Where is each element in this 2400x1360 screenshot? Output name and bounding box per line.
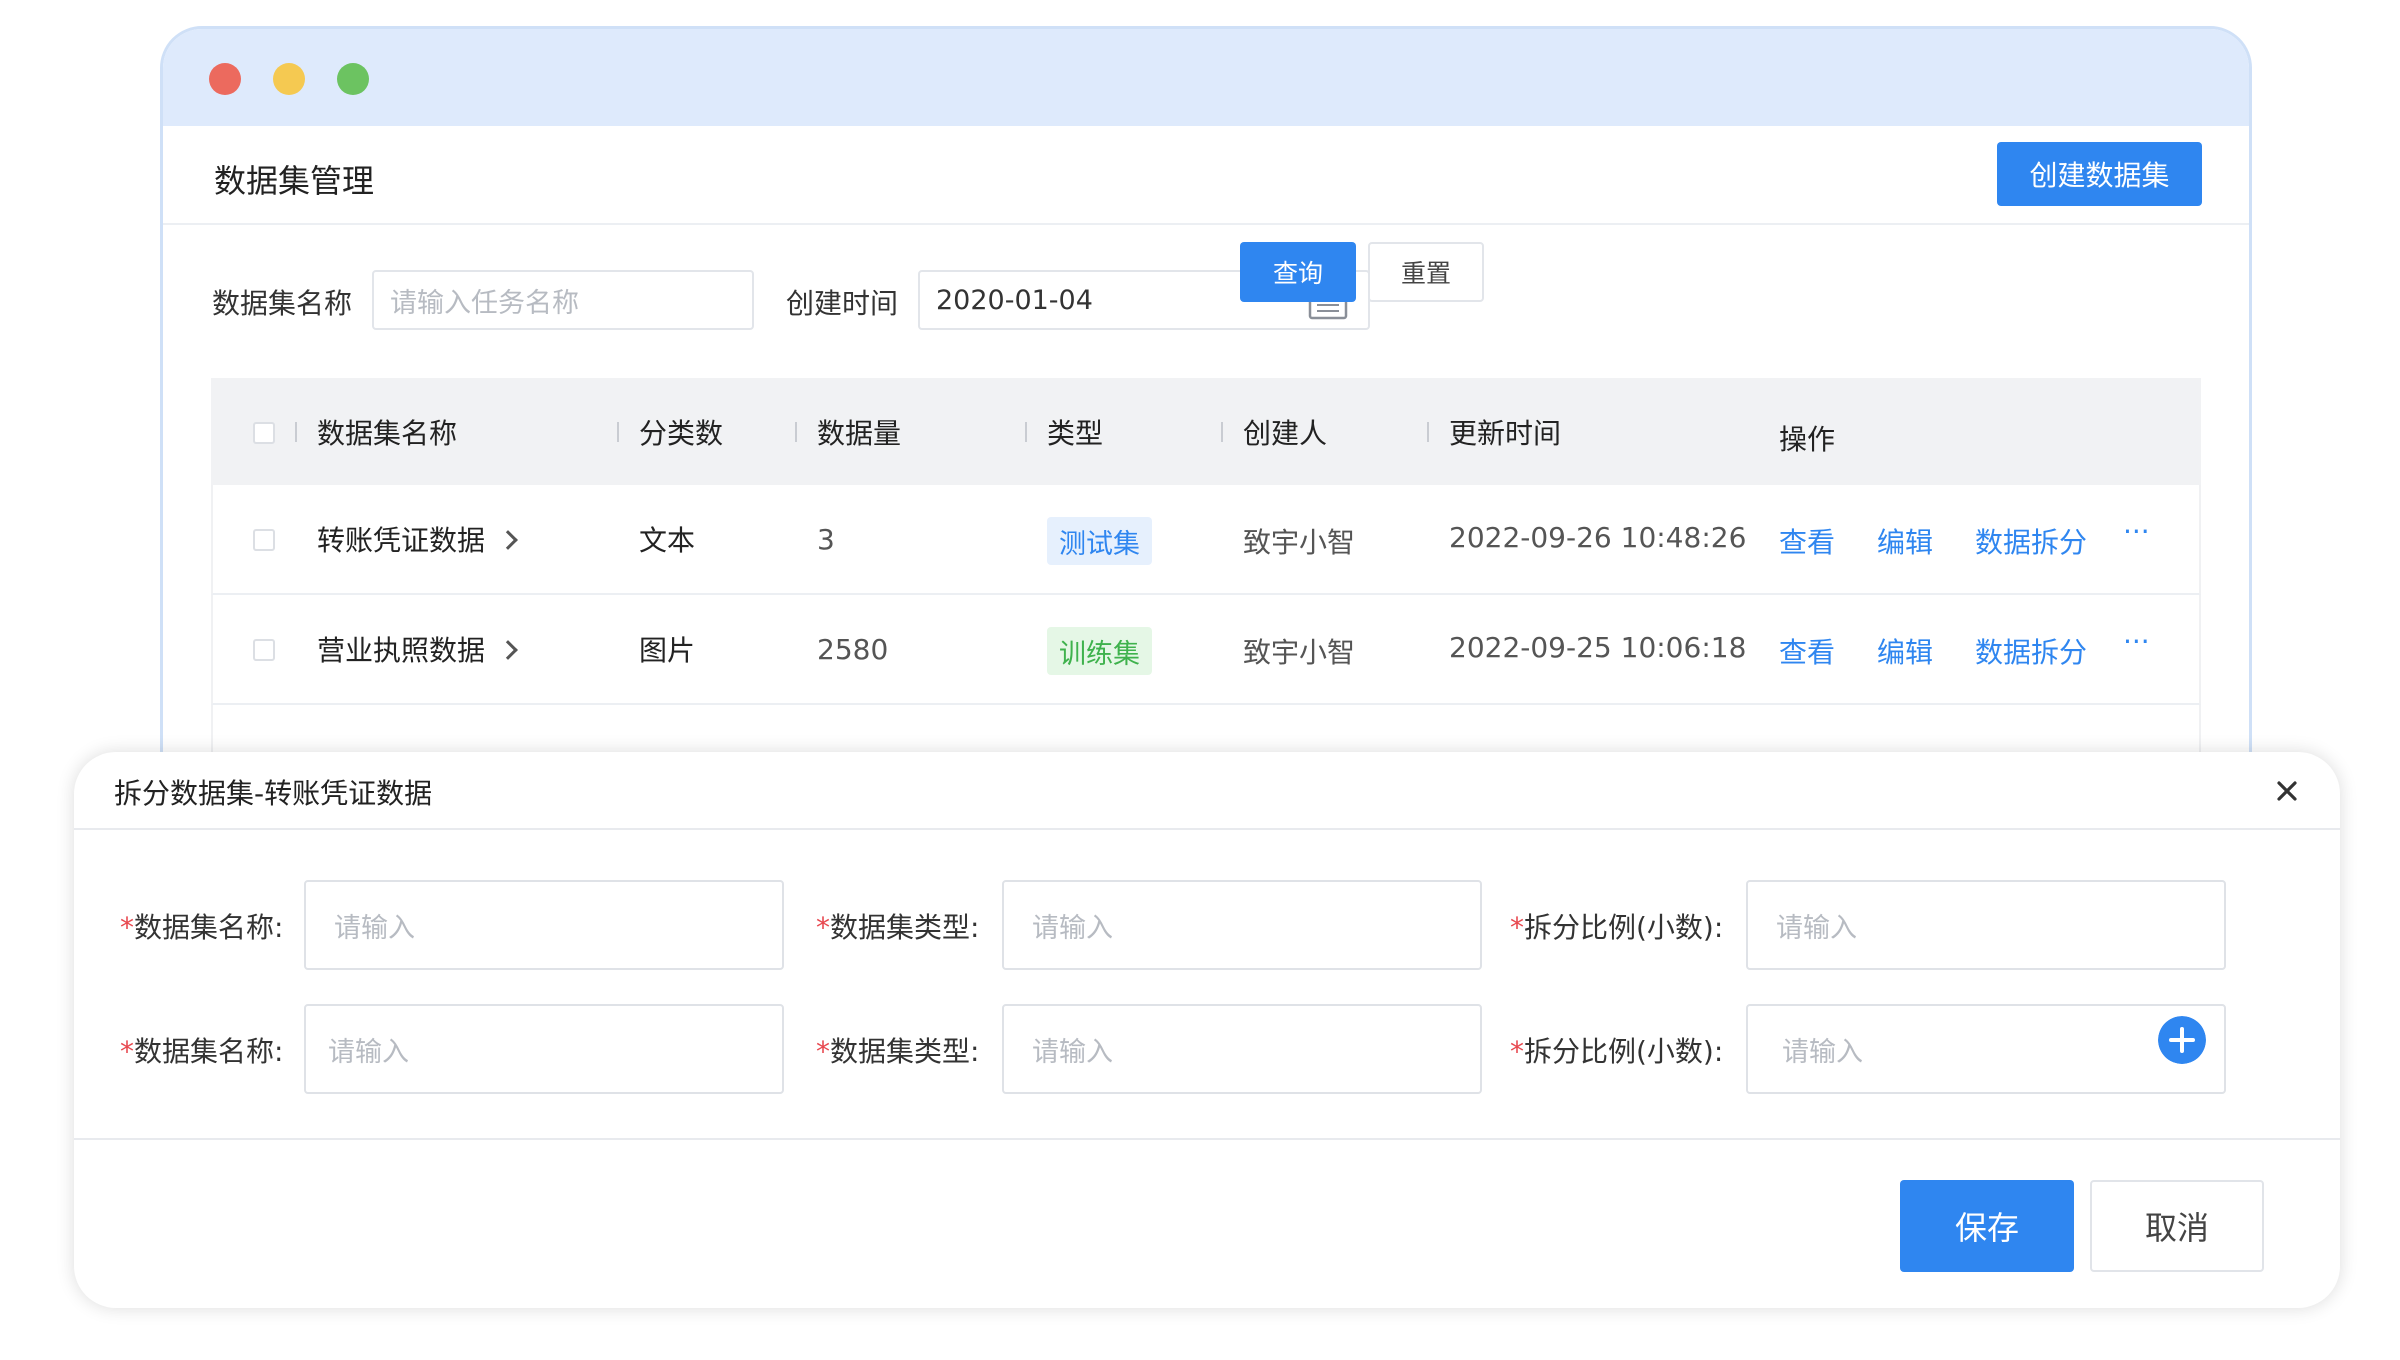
- dataset-type-input-1[interactable]: 请输入: [1002, 880, 1482, 970]
- row-updated: 2022-09-26 10:48:26: [1449, 521, 1747, 554]
- reset-button[interactable]: 重置: [1368, 242, 1484, 302]
- required-mark: *: [1510, 911, 1524, 944]
- dialog-header: 拆分数据集-转账凭证数据: [74, 752, 2340, 830]
- row-count: 3: [817, 523, 835, 556]
- edit-link[interactable]: 编辑: [1877, 631, 1933, 671]
- form-label-ratio: *拆分比例(小数):: [1510, 911, 1724, 944]
- table-row: 转账凭证数据 文本 3 测试集 致宇小智 2022-09-26 10:48:26…: [211, 485, 2201, 595]
- dataset-name-input-1[interactable]: 请输入: [304, 880, 784, 970]
- chevron-right-icon: [498, 640, 518, 660]
- form-label-name: *数据集名称:: [120, 1035, 284, 1068]
- required-mark: *: [816, 1035, 830, 1068]
- close-window-button[interactable]: [209, 63, 241, 95]
- view-link[interactable]: 查看: [1779, 631, 1835, 671]
- filter-name-input[interactable]: 请输入任务名称: [372, 270, 754, 330]
- dataset-type-input-2[interactable]: 请输入: [1002, 1004, 1482, 1094]
- col-header-creator: 创建人: [1243, 417, 1328, 450]
- col-header-category: 分类数: [639, 417, 724, 450]
- row-checkbox[interactable]: [253, 639, 275, 661]
- title-bar: [163, 29, 2249, 126]
- row-updated: 2022-09-25 10:06:18: [1449, 631, 1747, 664]
- add-row-icon[interactable]: [2158, 1016, 2206, 1064]
- filter-name-placeholder: 请输入任务名称: [390, 287, 579, 319]
- required-mark: *: [120, 911, 134, 944]
- type-badge: 测试集: [1047, 517, 1152, 565]
- form-label-type: *数据集类型:: [816, 911, 980, 944]
- dialog-footer-divider: [74, 1138, 2340, 1140]
- dataset-name-input-2[interactable]: 请输入: [304, 1004, 784, 1094]
- split-ratio-input-2[interactable]: 请输入: [1746, 1004, 2226, 1094]
- required-mark: *: [1510, 1035, 1524, 1068]
- row-count: 2580: [817, 633, 889, 666]
- select-all-checkbox[interactable]: [253, 422, 275, 444]
- cancel-button[interactable]: 取消: [2090, 1180, 2264, 1272]
- split-ratio-input-1[interactable]: 请输入: [1746, 880, 2226, 970]
- filter-time-label: 创建时间: [786, 287, 899, 320]
- table-row: 营业执照数据 图片 2580 训练集 致宇小智 2022-09-25 10:06…: [211, 595, 2201, 705]
- row-name-link[interactable]: 营业执照数据: [317, 629, 518, 669]
- create-dataset-button[interactable]: 创建数据集: [1997, 142, 2202, 206]
- row-name: 营业执照数据: [317, 634, 486, 667]
- chevron-right-icon: [498, 530, 518, 550]
- row-checkbox[interactable]: [253, 529, 275, 551]
- form-label-name: *数据集名称:: [120, 911, 284, 944]
- type-badge: 训练集: [1047, 627, 1152, 675]
- row-category: 文本: [639, 524, 696, 557]
- page-header: 数据集管理 创建数据集: [163, 126, 2249, 225]
- form-label-type: *数据集类型:: [816, 1035, 980, 1068]
- filter-date-value: 2020-01-04: [936, 284, 1093, 316]
- col-header-actions: 操作: [1779, 423, 1836, 456]
- required-mark: *: [816, 911, 830, 944]
- table-header: 数据集名称 分类数 数据量 类型 创建人 更新时间 操作: [211, 378, 2201, 485]
- query-button[interactable]: 查询: [1240, 242, 1356, 302]
- page-title: 数据集管理: [214, 162, 375, 200]
- col-header-updated: 更新时间: [1449, 417, 1562, 450]
- col-header-count: 数据量: [817, 417, 902, 450]
- save-button[interactable]: 保存: [1900, 1180, 2074, 1272]
- edit-link[interactable]: 编辑: [1877, 521, 1933, 561]
- row-name: 转账凭证数据: [317, 524, 486, 557]
- more-actions-icon[interactable]: ···: [2123, 515, 2150, 548]
- row-name-link[interactable]: 转账凭证数据: [317, 519, 518, 559]
- required-mark: *: [120, 1035, 134, 1068]
- more-actions-icon[interactable]: ···: [2123, 625, 2150, 658]
- row-creator: 致宇小智: [1243, 636, 1356, 669]
- filter-name-label: 数据集名称: [212, 287, 353, 320]
- col-header-type: 类型: [1047, 417, 1104, 450]
- split-link[interactable]: 数据拆分: [1975, 521, 2087, 561]
- minimize-window-button[interactable]: [273, 63, 305, 95]
- row-category: 图片: [639, 634, 696, 667]
- form-label-ratio: *拆分比例(小数):: [1510, 1035, 1724, 1068]
- view-link[interactable]: 查看: [1779, 521, 1835, 561]
- row-creator: 致宇小智: [1243, 526, 1356, 559]
- col-header-name: 数据集名称: [317, 417, 458, 450]
- split-link[interactable]: 数据拆分: [1975, 631, 2087, 671]
- close-icon[interactable]: [2272, 776, 2302, 806]
- maximize-window-button[interactable]: [337, 63, 369, 95]
- dialog-title: 拆分数据集-转账凭证数据: [114, 777, 433, 810]
